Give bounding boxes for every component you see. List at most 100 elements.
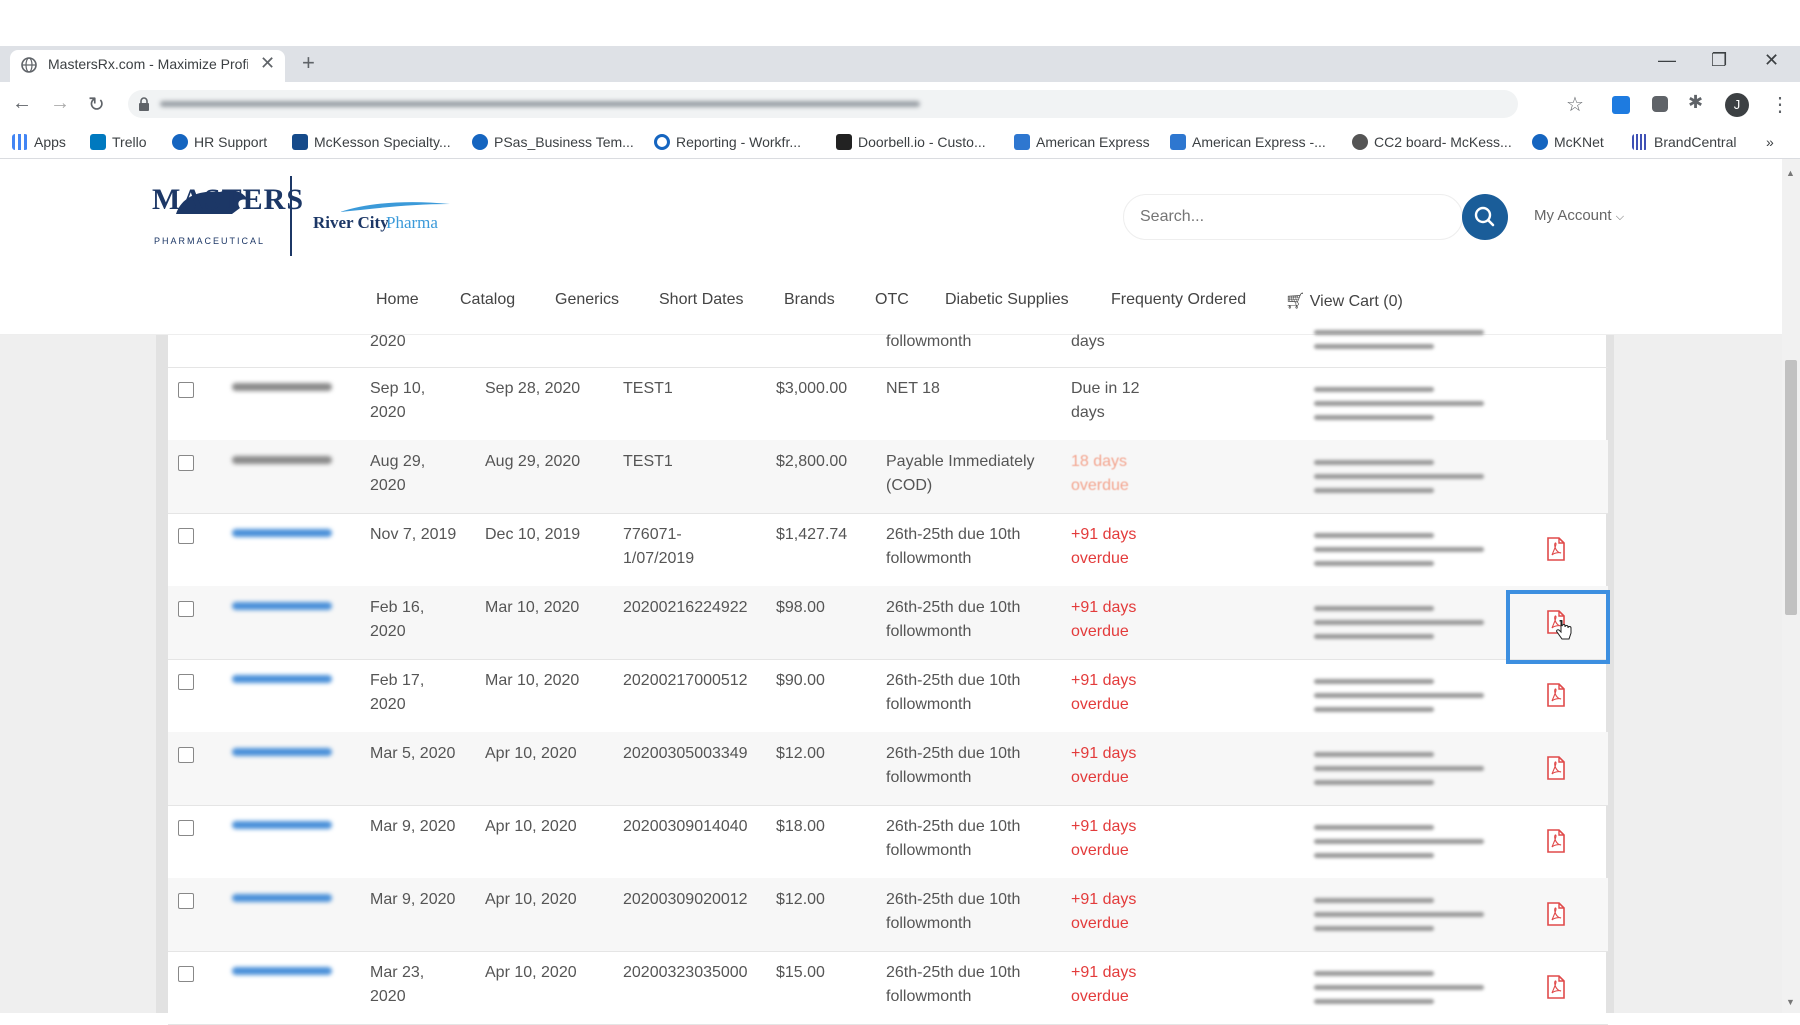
redacted-text: [1314, 693, 1484, 698]
star-icon[interactable]: ☆: [1566, 92, 1584, 117]
nav-diabetic-supplies[interactable]: Diabetic Supplies: [945, 291, 1069, 309]
pdf-file-icon[interactable]: [1546, 756, 1566, 780]
profile-avatar[interactable]: J: [1725, 93, 1749, 117]
my-account-menu[interactable]: My Account ⌵: [1534, 207, 1624, 224]
bookmark-mcknet[interactable]: McKNet: [1532, 134, 1604, 150]
more-bookmarks-icon[interactable]: »: [1766, 134, 1774, 150]
invoice-number-redacted[interactable]: [232, 967, 332, 975]
bookmark-american-express[interactable]: American Express: [1014, 134, 1150, 150]
row-checkbox[interactable]: [178, 893, 194, 909]
bookmark-apps[interactable]: Apps: [12, 134, 66, 150]
pdf-file-icon[interactable]: [1546, 683, 1566, 707]
pdf-file-icon[interactable]: [1546, 537, 1566, 561]
close-tab-icon[interactable]: ✕: [260, 53, 275, 74]
table-row: Nov 7, 2019 Dec 10, 2019 776071- 1/07/2019 $…: [168, 513, 1608, 587]
scroll-up-icon[interactable]: ▲: [1786, 168, 1795, 178]
bookmark-mckesson-specialty[interactable]: McKesson Specialty...: [292, 134, 451, 150]
nav-generics[interactable]: Generics: [555, 291, 619, 309]
invoice-number-redacted[interactable]: [232, 602, 332, 610]
bookmark-cc2-board[interactable]: CC2 board- McKess...: [1352, 134, 1512, 150]
bookmark-brandcentral[interactable]: BrandCentral: [1632, 134, 1737, 150]
row-checkbox[interactable]: [178, 747, 194, 763]
row-checkbox[interactable]: [178, 820, 194, 836]
workfront-icon: [654, 134, 670, 150]
scrollbar-thumb[interactable]: [1785, 360, 1797, 615]
invoice-number-redacted[interactable]: [232, 748, 332, 756]
pdf-file-icon[interactable]: [1546, 829, 1566, 853]
bookmark-trello[interactable]: Trello: [90, 134, 147, 150]
nav-brands[interactable]: Brands: [784, 291, 835, 309]
new-tab-icon[interactable]: +: [302, 50, 315, 76]
bookmark-doorbell[interactable]: Doorbell.io - Custo...: [836, 134, 986, 150]
payment-terms: Payable Immediately: [886, 453, 1035, 470]
payment-terms: NET 18: [886, 380, 940, 397]
invoice-number-redacted[interactable]: [232, 456, 332, 464]
nav-otc[interactable]: OTC: [875, 291, 909, 309]
table-row: Feb 16, 2020 Mar 10, 2020 20200216224922 $98…: [168, 586, 1608, 660]
invoice-number-redacted[interactable]: [232, 383, 332, 391]
nav-view-cart[interactable]: 🛒︎ View Cart (0): [1285, 291, 1403, 311]
cc2-icon: [1352, 134, 1368, 150]
search-input[interactable]: [1123, 194, 1463, 240]
reference: 20200309020012: [623, 891, 748, 908]
row-checkbox[interactable]: [178, 528, 194, 544]
puzzle-icon[interactable]: ✱: [1688, 92, 1703, 113]
status: overdue: [1071, 769, 1129, 786]
row-checkbox[interactable]: [178, 382, 194, 398]
payment-terms: followmonth: [886, 988, 972, 1005]
extension-icon[interactable]: [1652, 96, 1668, 112]
close-window-icon[interactable]: ✕: [1764, 50, 1779, 71]
redacted-text: [1314, 547, 1484, 552]
due-date: Apr 10, 2020: [485, 891, 577, 908]
reference: TEST1: [623, 380, 673, 397]
bookmark-reporting[interactable]: Reporting - Workfr...: [654, 134, 801, 150]
row-checkbox[interactable]: [178, 674, 194, 690]
status: +91 days: [1071, 818, 1137, 835]
payment-terms: 26th-25th due 10th: [886, 526, 1021, 543]
kebab-menu-icon[interactable]: ⋮: [1770, 92, 1790, 117]
invoice-number-redacted[interactable]: [232, 529, 332, 537]
bookmark-psas[interactable]: PSas_Business Tem...: [472, 134, 634, 150]
river-city-logo-text[interactable]: River City: [313, 213, 389, 233]
search-button[interactable]: [1462, 194, 1508, 240]
minimize-icon[interactable]: —: [1658, 50, 1676, 71]
extension-windows-icon[interactable]: [1612, 96, 1630, 114]
invoice-number-redacted[interactable]: [232, 675, 332, 683]
row-checkbox[interactable]: [178, 966, 194, 982]
nav-catalog[interactable]: Catalog: [460, 291, 515, 309]
masters-logo-text[interactable]: MASTERS: [152, 183, 304, 217]
restore-icon[interactable]: ❐: [1711, 50, 1727, 71]
swoosh-logo-icon: [340, 202, 450, 212]
invoice-date: Nov 7, 2019: [370, 526, 457, 543]
reference: 776071-: [623, 526, 682, 543]
reload-icon[interactable]: ↻: [88, 92, 105, 117]
redacted-text: [1314, 839, 1484, 844]
pdf-file-icon[interactable]: [1546, 975, 1566, 999]
row-checkbox[interactable]: [178, 601, 194, 617]
trello-icon: [90, 134, 106, 150]
bookmark-american-express-2[interactable]: American Express -...: [1170, 134, 1326, 150]
status: +91 days: [1071, 745, 1137, 762]
redacted-text: [1314, 415, 1434, 420]
nav-frequently-ordered[interactable]: Frequenty Ordered: [1111, 291, 1246, 309]
scroll-down-icon[interactable]: ▼: [1786, 997, 1795, 1007]
pdf-file-icon[interactable]: [1546, 902, 1566, 926]
cursor-hand-icon: [1556, 620, 1572, 640]
table-row: Feb 17, 2020 Mar 10, 2020 20200217000512 $90…: [168, 659, 1608, 733]
status: overdue: [1071, 988, 1129, 1005]
nav-home[interactable]: Home: [376, 291, 419, 309]
forward-icon[interactable]: →: [50, 92, 70, 115]
payment-terms: followmonth: [886, 915, 972, 932]
status: Due in 12: [1071, 380, 1140, 397]
row-checkbox[interactable]: [178, 455, 194, 471]
redacted-text: [1314, 533, 1434, 538]
reference: 20200217000512: [623, 672, 748, 689]
globe-icon: [21, 57, 37, 73]
nav-short-dates[interactable]: Short Dates: [659, 291, 743, 309]
back-icon[interactable]: ←: [12, 92, 32, 115]
invoice-number-redacted[interactable]: [232, 821, 332, 829]
invoice-number-redacted[interactable]: [232, 894, 332, 902]
sharepoint-icon: [472, 134, 488, 150]
bookmark-hr-support[interactable]: HR Support: [172, 134, 267, 150]
url-redacted: [160, 101, 920, 107]
